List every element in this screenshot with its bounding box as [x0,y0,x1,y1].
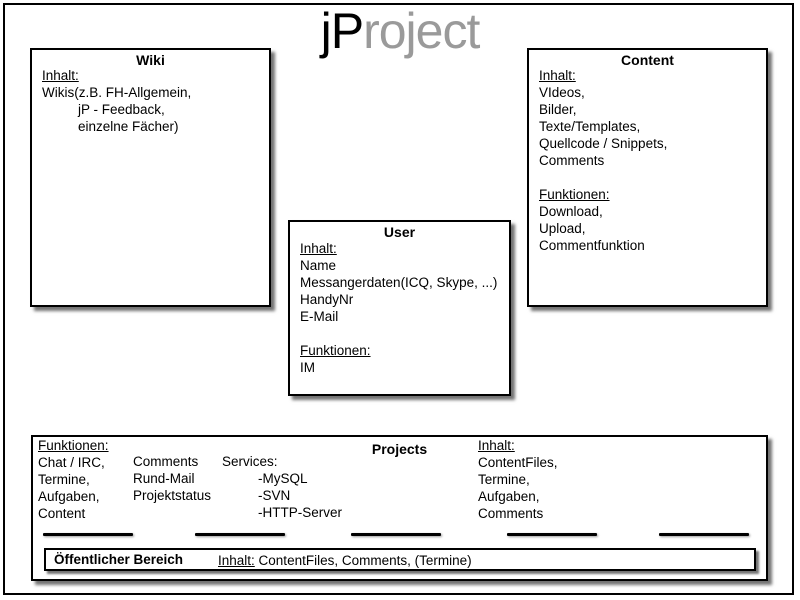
projects-function: Projektstatus [133,488,212,503]
projects-functions-col2: Comments Rund-Mail Projektstatus [133,453,211,504]
wiki-text: Inhalt: Wikis(z.B. FH-Allgemein, jP - Fe… [42,67,191,135]
wiki-inhalt-label: Inhalt: [42,68,79,83]
wiki-title: Wiki [136,52,165,68]
content-line: Bilder, [539,102,577,117]
public-area-title: Öffentlicher Bereich [54,552,184,567]
content-funktionen-label: Funktionen: [539,187,610,202]
projects-function: Content [38,506,86,521]
projects-inhalt-line: Comments [478,506,544,521]
wiki-line: jP - Feedback, [78,102,165,117]
content-function: Commentfunktion [539,238,645,253]
projects-service: -HTTP-Server [258,505,342,520]
projects-services-label: Services: [222,454,278,469]
user-line: HandyNr [300,292,354,307]
projects-function: Rund-Mail [133,471,195,486]
projects-functions-col1: Funktionen: Chat / IRC, Termine, Aufgabe… [38,437,109,522]
wiki-line: Wikis(z.B. FH-Allgemein, [42,85,192,100]
projects-service: -SVN [258,488,291,503]
user-box: User Inhalt: Name Messangerdaten(ICQ, Sk… [288,220,511,396]
projects-inhalt-line: Aufgaben, [478,489,540,504]
content-text: Inhalt: VIdeos, Bilder, Texte/Templates,… [539,67,667,254]
projects-function: Aufgaben, [38,489,100,504]
separator-segment [43,533,133,536]
user-text: Inhalt: Name Messangerdaten(ICQ, Skype, … [300,240,497,376]
user-line: Messangerdaten(ICQ, Skype, ...) [300,275,498,290]
public-area-box: Öffentlicher Bereich Inhalt: ContentFile… [44,548,756,571]
content-line: Texte/Templates, [539,119,641,134]
projects-services: Services: -MySQL -SVN -HTTP-Server [222,453,342,521]
content-function: Download, [539,204,603,219]
user-title: User [383,224,416,240]
title-part-1: jP [320,3,364,59]
projects-function: Comments [133,454,199,469]
projects-inhalt-line: ContentFiles, [478,455,558,470]
projects-function: Termine, [38,472,90,487]
separator-segment [195,533,285,536]
user-function: IM [300,360,315,375]
user-line: E-Mail [300,309,339,324]
projects-funktionen-label: Funktionen: [38,438,109,453]
content-title: Content [621,52,674,68]
projects-function: Chat / IRC, [38,455,105,470]
separator-segment [507,533,597,536]
content-line: Quellcode / Snippets, [539,136,668,151]
content-function: Upload, [539,221,586,236]
content-line: VIdeos, [539,85,585,100]
content-inhalt-label: Inhalt: [539,68,576,83]
user-line: Name [300,258,337,273]
content-line: Comments [539,153,605,168]
projects-inhalt-line: Termine, [478,472,530,487]
title-part-2: roject [363,3,480,59]
content-box: Content Inhalt: VIdeos, Bilder, Texte/Te… [527,48,768,307]
wiki-line: einzelne Fächer) [78,119,179,134]
separator-segment [659,533,749,536]
user-funktionen-label: Funktionen: [300,343,371,358]
projects-service: -MySQL [258,471,308,486]
separator-segment [351,533,441,536]
user-inhalt-label: Inhalt: [300,241,337,256]
public-area-inhalt: Inhalt: ContentFiles, Comments, (Termine… [218,552,472,569]
wiki-box: Wiki Inhalt: Wikis(z.B. FH-Allgemein, jP… [30,48,271,307]
public-area-inhalt-label: Inhalt: [218,553,255,568]
public-area-inhalt-text: ContentFiles, Comments, (Termine) [258,553,472,568]
projects-inhalt-label: Inhalt: [478,438,515,453]
projects-inhalt: Inhalt: ContentFiles, Termine, Aufgaben,… [478,437,558,522]
